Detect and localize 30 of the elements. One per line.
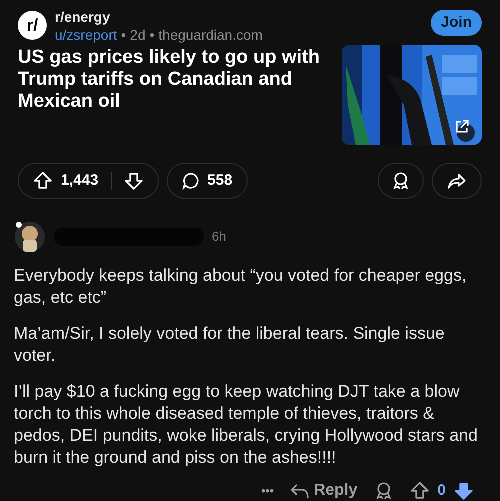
post-score: 1,443 xyxy=(61,170,99,191)
post-title[interactable]: US gas prices likely to go up with Trump tariffs on Canadian and Mexican oil xyxy=(18,47,330,145)
downvote-icon[interactable] xyxy=(124,171,144,191)
award-button[interactable] xyxy=(378,163,424,199)
more-options-button[interactable]: ••• xyxy=(261,482,274,500)
separator-dot: • xyxy=(150,26,155,44)
downvote-icon[interactable] xyxy=(454,481,474,501)
post-age: 2d xyxy=(130,26,146,44)
author-link[interactable]: u/zsreport xyxy=(55,26,118,44)
comment-paragraph: I’ll pay $10 a fucking egg to keep watching DJT take a blow torch to this whole diseased temple of thieves, traitors & pedos, DEI pundits, woke liberals, crying Hollywood stars and burn it the ground and piss on the ashes!!!! xyxy=(14,381,479,469)
reply-button[interactable]: Reply xyxy=(290,479,358,501)
speech-bubble-icon xyxy=(182,172,200,190)
comment-score: 0 xyxy=(438,480,446,501)
comment-age: 6h xyxy=(212,228,226,246)
user-avatar[interactable] xyxy=(14,221,46,253)
subreddit-avatar[interactable]: r/ xyxy=(18,11,47,40)
separator-dot: • xyxy=(121,26,126,44)
post-domain: theguardian.com xyxy=(158,26,263,44)
external-link-icon[interactable] xyxy=(454,119,470,135)
subreddit-name[interactable]: r/energy xyxy=(55,8,424,26)
join-button[interactable]: Join xyxy=(431,10,482,36)
upvote-icon[interactable] xyxy=(410,481,430,501)
comments-button[interactable]: 558 xyxy=(166,163,248,199)
share-button[interactable] xyxy=(432,163,482,199)
upvote-icon[interactable] xyxy=(33,171,53,191)
comment-paragraph: Everybody keeps talking about “you voted for cheaper eggs, gas, etc etc” xyxy=(14,265,468,309)
share-icon xyxy=(447,171,467,191)
comment-paragraph: Ma’am/Sir, I solely voted for the liberal tears. Single issue voter. xyxy=(14,323,446,367)
award-icon xyxy=(391,171,411,191)
reply-arrow-icon xyxy=(290,482,310,500)
